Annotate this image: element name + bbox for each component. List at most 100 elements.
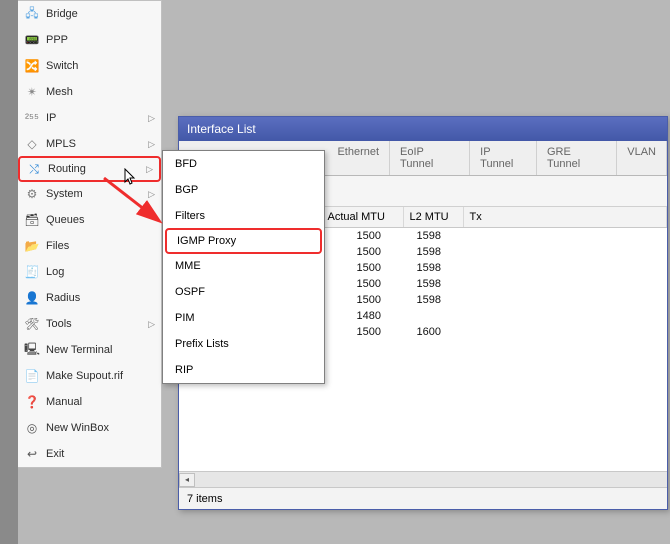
sidebar-item-label: Files bbox=[46, 240, 155, 252]
cell-l2-mtu bbox=[403, 308, 463, 324]
sidebar-item-label: Routing bbox=[48, 163, 146, 175]
tab-ip-tunnel[interactable]: IP Tunnel bbox=[470, 141, 537, 175]
cell-actual-mtu: 1500 bbox=[321, 260, 403, 276]
sidebar-item-routing[interactable]: ⤭ Routing▷ bbox=[18, 156, 161, 182]
sidebar-item-label: Radius bbox=[46, 292, 155, 304]
sidebar: 🖧Bridge📟PPP🔀Switch✴Mesh²⁵⁵IP▷◇MPLS▷⤭Rout… bbox=[18, 0, 162, 468]
sidebar-item-bridge[interactable]: 🖧Bridge bbox=[18, 1, 161, 27]
submenu-item-ospf[interactable]: OSPF bbox=[163, 279, 324, 305]
submenu-item-filters[interactable]: Filters bbox=[163, 203, 324, 229]
cell-l2-mtu: 1598 bbox=[403, 292, 463, 308]
cell-actual-mtu: 1500 bbox=[321, 276, 403, 292]
cell-tx bbox=[463, 308, 667, 324]
sidebar-item-switch[interactable]: 🔀 Switch bbox=[18, 53, 161, 79]
submenu-item-bgp[interactable]: BGP bbox=[163, 177, 324, 203]
scrollbar-horizontal[interactable]: ◂ bbox=[179, 471, 667, 487]
submenu-item-igmp-proxy[interactable]: IGMP Proxy bbox=[165, 228, 322, 254]
column-actual-mtu[interactable]: Actual MTU bbox=[321, 207, 403, 228]
mpls-icon: ◇ bbox=[24, 136, 40, 152]
submenu-item-prefix-lists[interactable]: Prefix Lists bbox=[163, 331, 324, 357]
sidebar-item-log[interactable]: 🧾 Log bbox=[18, 259, 161, 285]
cell-tx bbox=[463, 292, 667, 308]
submenu-arrow-icon: ▷ bbox=[148, 319, 155, 330]
scroll-left-arrow[interactable]: ◂ bbox=[179, 473, 195, 487]
window-titlebar[interactable]: Interface List bbox=[179, 117, 667, 141]
column-l2-mtu[interactable]: L2 MTU bbox=[403, 207, 463, 228]
exit-icon: ↩ bbox=[24, 446, 40, 462]
submenu-item-label: RIP bbox=[175, 364, 193, 376]
tab-vlan[interactable]: VLAN bbox=[617, 141, 667, 175]
submenu-item-label: PIM bbox=[175, 312, 195, 324]
window-title: Interface List bbox=[187, 122, 256, 136]
sidebar-item-label: New Terminal bbox=[46, 344, 155, 356]
sidebar-item-mesh[interactable]: ✴ Mesh bbox=[18, 79, 161, 105]
sidebar-item-make-supout-rif[interactable]: 📄 Make Supout.rif bbox=[18, 363, 161, 389]
cell-actual-mtu: 1500 bbox=[321, 244, 403, 260]
cell-actual-mtu: 1500 bbox=[321, 228, 403, 245]
statusbar: 7 items bbox=[179, 487, 667, 509]
submenu-item-mme[interactable]: MME bbox=[163, 253, 324, 279]
submenu-item-label: Prefix Lists bbox=[175, 338, 229, 350]
radius-icon: 👤 bbox=[24, 290, 40, 306]
cell-actual-mtu: 1500 bbox=[321, 292, 403, 308]
submenu-item-label: BFD bbox=[175, 158, 197, 170]
sidebar-item-radius[interactable]: 👤 Radius bbox=[18, 285, 161, 311]
sidebar-item-tools[interactable]: 🛠 Tools▷ bbox=[18, 311, 161, 337]
submenu-item-rip[interactable]: RIP bbox=[163, 357, 324, 383]
queues-icon: 🗃 bbox=[24, 212, 40, 228]
cell-tx bbox=[463, 228, 667, 245]
cell-tx bbox=[463, 324, 667, 340]
sidebar-item-new-winbox[interactable]: ◎New WinBox bbox=[18, 415, 161, 441]
cell-l2-mtu: 1598 bbox=[403, 276, 463, 292]
cell-tx bbox=[463, 244, 667, 260]
sidebar-item-label: Mesh bbox=[46, 86, 155, 98]
cell-tx bbox=[463, 260, 667, 276]
sidebar-item-label: Manual bbox=[46, 396, 155, 408]
submenu-item-label: Filters bbox=[175, 210, 205, 222]
sidebar-item-mpls[interactable]: ◇ MPLS▷ bbox=[18, 131, 161, 157]
sidebar-item-manual[interactable]: ❓Manual bbox=[18, 389, 161, 415]
new-terminal-icon: 🖳 bbox=[24, 342, 40, 358]
tab-ethernet[interactable]: Ethernet bbox=[327, 141, 390, 175]
sidebar-item-exit[interactable]: ↩ Exit bbox=[18, 441, 161, 467]
sidebar-item-label: Make Supout.rif bbox=[46, 370, 155, 382]
sidebar-item-ip[interactable]: ²⁵⁵IP▷ bbox=[18, 105, 161, 131]
submenu-item-bfd[interactable]: BFD bbox=[163, 151, 324, 177]
tools-icon: 🛠 bbox=[24, 316, 40, 332]
sidebar-item-label: Tools bbox=[46, 318, 148, 330]
sidebar-item-system[interactable]: ⚙System▷ bbox=[18, 181, 161, 207]
cell-actual-mtu: 1480 bbox=[321, 308, 403, 324]
sidebar-item-label: Exit bbox=[46, 448, 155, 460]
submenu-item-label: BGP bbox=[175, 184, 198, 196]
switch-icon: 🔀 bbox=[24, 58, 40, 74]
sidebar-item-label: Log bbox=[46, 266, 155, 278]
bridge-icon: 🖧 bbox=[24, 6, 40, 22]
submenu-item-label: MME bbox=[175, 260, 201, 272]
submenu-arrow-icon: ▷ bbox=[148, 189, 155, 200]
sidebar-item-ppp[interactable]: 📟PPP bbox=[18, 27, 161, 53]
cell-actual-mtu: 1500 bbox=[321, 324, 403, 340]
tab-eoip-tunnel[interactable]: EoIP Tunnel bbox=[390, 141, 470, 175]
mesh-icon: ✴ bbox=[24, 84, 40, 100]
sidebar-item-label: PPP bbox=[46, 34, 155, 46]
submenu-arrow-icon: ▷ bbox=[146, 164, 153, 175]
sidebar-item-files[interactable]: 📂Files bbox=[18, 233, 161, 259]
make-supout-rif-icon: 📄 bbox=[24, 368, 40, 384]
routing-icon: ⤭ bbox=[26, 161, 42, 177]
sidebar-item-label: Switch bbox=[46, 60, 155, 72]
routing-submenu: BFD BGP Filters IGMP Proxy MME OSPF PIM Prefix … bbox=[162, 150, 325, 384]
ip-icon: ²⁵⁵ bbox=[24, 110, 40, 126]
sidebar-item-new-terminal[interactable]: 🖳 New Terminal bbox=[18, 337, 161, 363]
column-tx[interactable]: Tx bbox=[463, 207, 667, 228]
submenu-item-label: OSPF bbox=[175, 286, 205, 298]
sidebar-item-label: IP bbox=[46, 112, 148, 124]
new-winbox-icon: ◎ bbox=[24, 420, 40, 436]
submenu-arrow-icon: ▷ bbox=[148, 139, 155, 150]
tab-gre-tunnel[interactable]: GRE Tunnel bbox=[537, 141, 617, 175]
cell-tx bbox=[463, 276, 667, 292]
sidebar-item-queues[interactable]: 🗃Queues bbox=[18, 207, 161, 233]
submenu-item-pim[interactable]: PIM bbox=[163, 305, 324, 331]
submenu-item-label: IGMP Proxy bbox=[177, 235, 236, 247]
sidebar-item-label: MPLS bbox=[46, 138, 148, 150]
log-icon: 🧾 bbox=[24, 264, 40, 280]
